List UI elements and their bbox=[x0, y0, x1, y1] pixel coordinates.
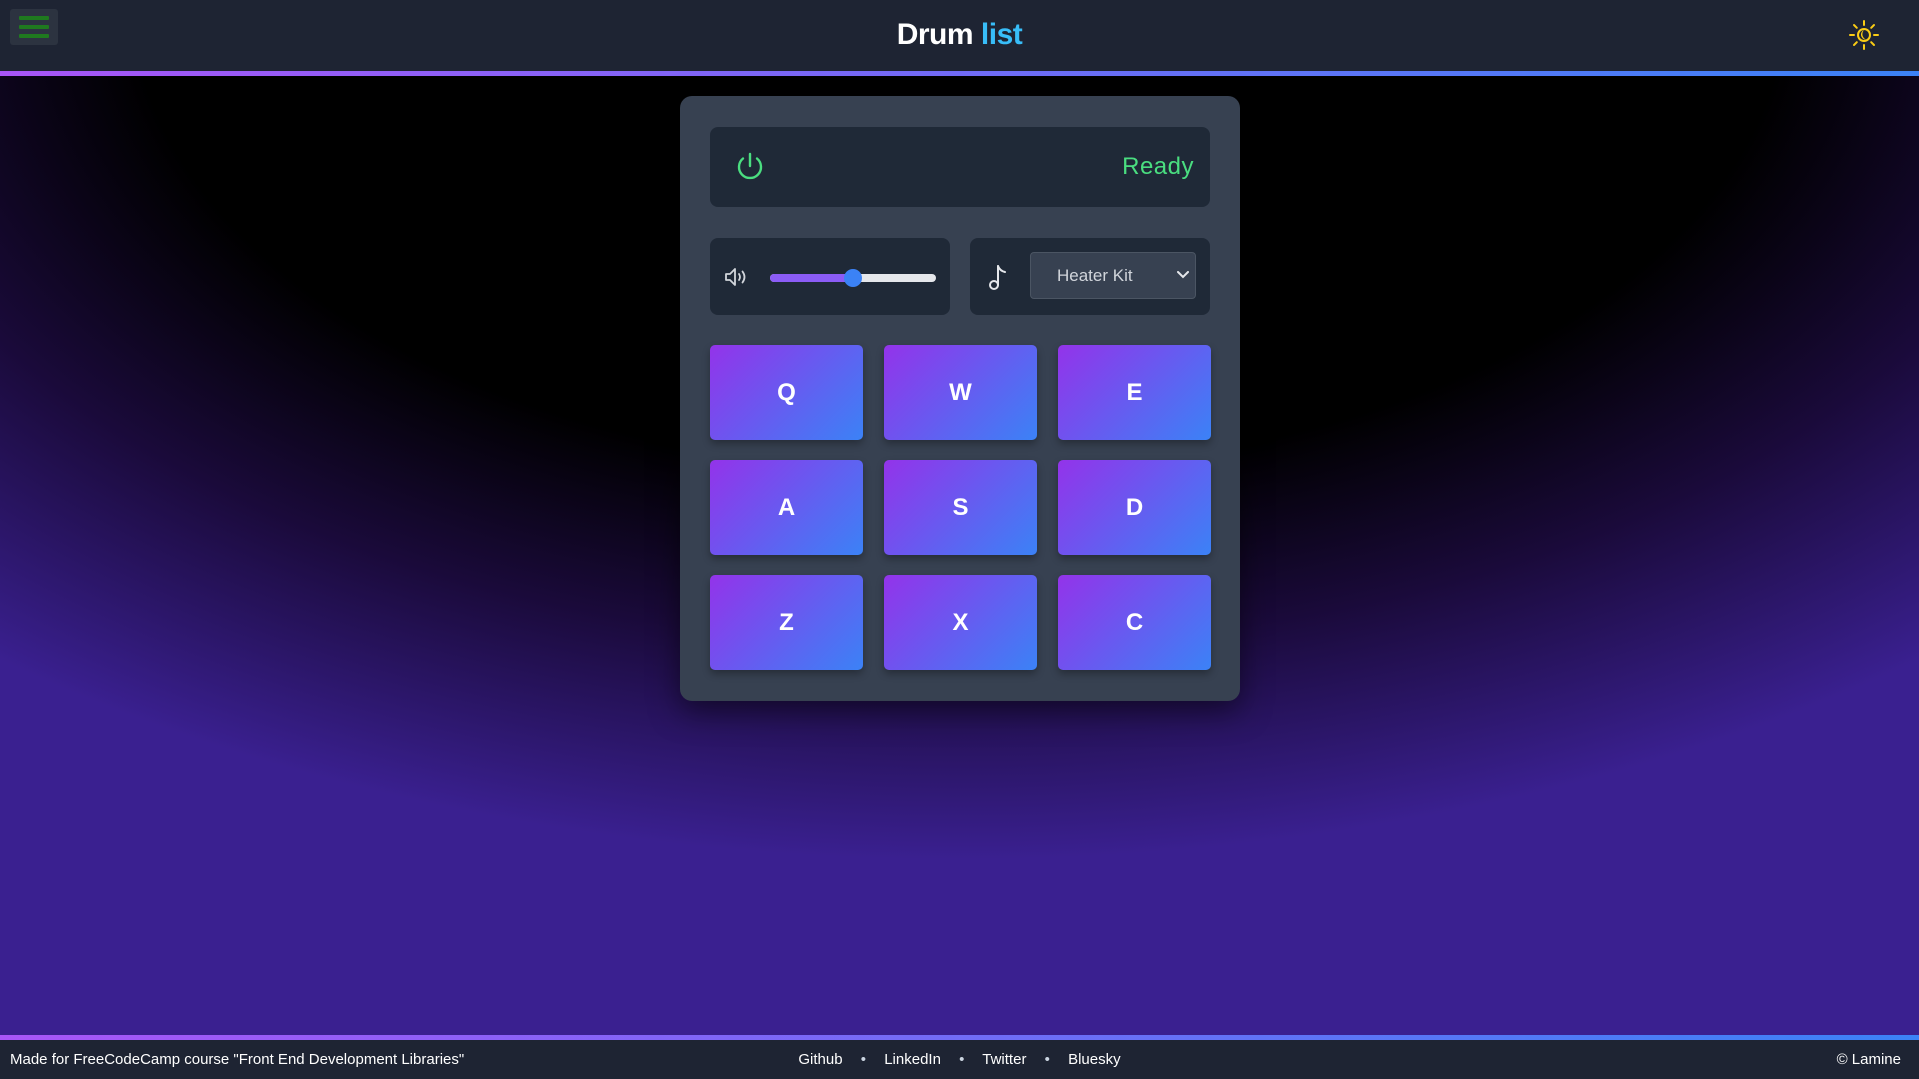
app-title: Drum list bbox=[0, 18, 1919, 52]
footer-link-github[interactable]: Github bbox=[798, 1051, 842, 1068]
kit-control: Heater Kit bbox=[970, 238, 1210, 315]
volume-slider[interactable] bbox=[770, 269, 936, 287]
speaker-volume-icon bbox=[725, 268, 746, 286]
drum-pad-q[interactable]: Q bbox=[710, 345, 863, 440]
display-panel: Ready bbox=[710, 127, 1210, 207]
volume-control bbox=[710, 238, 950, 315]
volume-slider-thumb[interactable] bbox=[844, 269, 862, 287]
drum-pad-grid: Q W E A S D Z X C bbox=[710, 345, 1211, 670]
title-main: Drum bbox=[896, 18, 974, 51]
drum-pad-s[interactable]: S bbox=[884, 460, 1037, 555]
kit-select[interactable]: Heater Kit bbox=[1030, 252, 1196, 299]
title-accent: list bbox=[980, 18, 1023, 51]
header-divider bbox=[0, 71, 1919, 76]
kit-select-value: Heater Kit bbox=[1057, 266, 1133, 285]
footer-links: Github • LinkedIn • Twitter • Bluesky bbox=[0, 1051, 1919, 1068]
footer-copyright: © Lamine bbox=[1836, 1051, 1901, 1068]
app-footer: Made for FreeCodeCamp course "Front End … bbox=[0, 1040, 1919, 1079]
status-text: Ready bbox=[1122, 153, 1194, 180]
footer-separator: • bbox=[860, 1051, 867, 1068]
sun-icon bbox=[1849, 20, 1879, 50]
app-header: Drum list bbox=[0, 0, 1919, 71]
drum-machine: Ready Heater Kit Q W E A S D Z X C bbox=[680, 96, 1240, 701]
footer-separator: • bbox=[1044, 1051, 1050, 1068]
footer-link-twitter[interactable]: Twitter bbox=[982, 1051, 1026, 1068]
power-icon bbox=[737, 152, 763, 180]
music-note-icon bbox=[989, 265, 1006, 290]
theme-toggle-button[interactable] bbox=[1848, 19, 1880, 51]
drum-pad-a[interactable]: A bbox=[710, 460, 863, 555]
drum-pad-x[interactable]: X bbox=[884, 575, 1037, 670]
drum-pad-z[interactable]: Z bbox=[710, 575, 863, 670]
footer-link-linkedin[interactable]: LinkedIn bbox=[884, 1051, 941, 1068]
drum-pad-d[interactable]: D bbox=[1058, 460, 1211, 555]
footer-link-bluesky[interactable]: Bluesky bbox=[1068, 1051, 1121, 1068]
drum-pad-w[interactable]: W bbox=[884, 345, 1037, 440]
drum-pad-c[interactable]: C bbox=[1058, 575, 1211, 670]
power-button[interactable] bbox=[734, 151, 766, 183]
footer-separator: • bbox=[959, 1051, 965, 1068]
drum-pad-e[interactable]: E bbox=[1058, 345, 1211, 440]
volume-slider-fill bbox=[770, 274, 853, 282]
chevron-down-icon bbox=[1177, 271, 1189, 279]
